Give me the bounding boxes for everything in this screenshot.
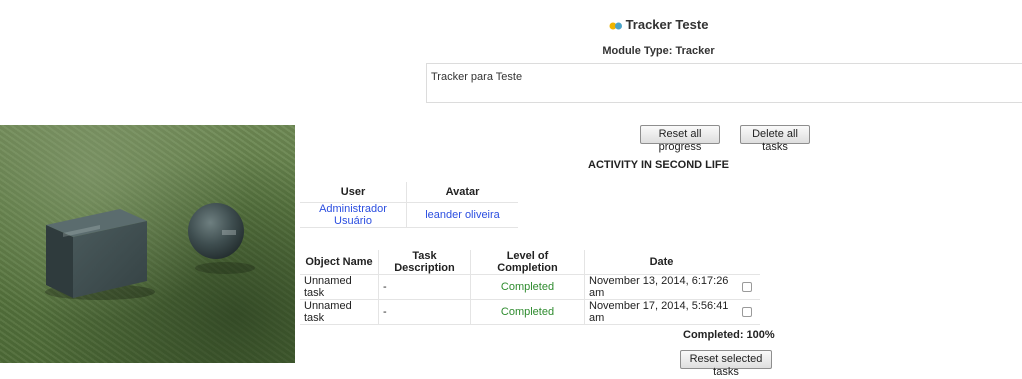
- task-description-cell: -: [378, 274, 471, 300]
- module-title: Tracker Teste: [625, 17, 709, 32]
- select-cell: [738, 274, 760, 300]
- scene-objects: [45, 203, 255, 300]
- object-name-cell: Unnamed task: [300, 299, 379, 325]
- user-link[interactable]: Administrador Usuário: [319, 203, 387, 227]
- column-header-select: [738, 250, 760, 275]
- select-cell: [738, 299, 760, 325]
- table-row: Administrador Usuário leander oliveira: [300, 202, 518, 228]
- second-life-scene: [0, 125, 295, 363]
- delete-all-tasks-button[interactable]: Delete all tasks: [740, 125, 810, 153]
- completion-status-cell: Completed: [470, 274, 585, 300]
- task-select-checkbox[interactable]: [742, 282, 752, 293]
- column-header-level-of-completion: Level of Completion: [470, 250, 585, 275]
- task-select-checkbox[interactable]: [742, 307, 752, 318]
- table-header-row: Object Name Task Description Level of Co…: [300, 250, 760, 275]
- column-header-avatar: Avatar: [406, 182, 518, 203]
- date-cell: November 17, 2014, 5:56:41 am: [584, 299, 738, 325]
- completion-summary: Completed: 100%: [683, 329, 775, 341]
- table-row: Unnamed task - Completed November 13, 20…: [300, 274, 760, 300]
- completion-status-cell: Completed: [470, 299, 585, 325]
- reset-selected-tasks-button[interactable]: Reset selected tasks: [680, 350, 772, 378]
- column-header-object-name: Object Name: [300, 250, 379, 275]
- column-header-task-description: Task Description: [378, 250, 471, 275]
- reset-all-progress-button[interactable]: Reset all progress: [640, 125, 720, 153]
- table-header-row: User Avatar: [300, 182, 518, 203]
- sphere-object: [188, 203, 244, 259]
- activity-table: User Avatar Administrador Usuário leande…: [300, 182, 518, 228]
- table-row: Unnamed task - Completed November 17, 20…: [300, 299, 760, 325]
- task-description-cell: -: [378, 299, 471, 325]
- column-header-date: Date: [584, 250, 738, 275]
- activity-heading: ACTIVITY IN SECOND LIFE: [588, 159, 729, 171]
- user-cell: Administrador Usuário: [300, 202, 407, 228]
- object-name-cell: Unnamed task: [300, 274, 379, 300]
- cube-object: [46, 209, 147, 298]
- column-header-user: User: [300, 182, 407, 203]
- avatar-cell: leander oliveira: [406, 202, 518, 228]
- tracker-panel: Tracker Teste Module Type: Tracker Track…: [295, 0, 1022, 378]
- tasks-table: Object Name Task Description Level of Co…: [300, 250, 760, 325]
- page-title: Tracker Teste: [295, 17, 1022, 32]
- module-description: Tracker para Teste: [426, 63, 1022, 103]
- tracker-module-icon: [609, 22, 622, 30]
- module-type: Module Type: Tracker: [602, 45, 715, 57]
- avatar-link[interactable]: leander oliveira: [425, 209, 500, 221]
- date-cell: November 13, 2014, 6:17:26 am: [584, 274, 738, 300]
